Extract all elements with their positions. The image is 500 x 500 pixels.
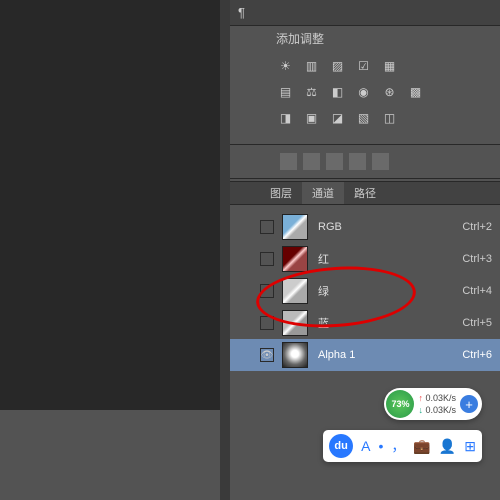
channel-hotkey: Ctrl+4: [462, 285, 492, 297]
divider: [230, 144, 500, 145]
bw-icon[interactable]: ◧: [328, 82, 347, 101]
tool-person-icon[interactable]: 👤: [439, 438, 456, 455]
download-arrow-icon: ↓: [418, 405, 423, 415]
balance-icon[interactable]: ⚖: [302, 82, 321, 101]
download-speed: 0.03K/s: [425, 405, 456, 415]
channel-row[interactable]: 绿Ctrl+4: [230, 275, 500, 307]
exposure-icon[interactable]: ☑: [354, 56, 373, 75]
gradient-map-icon[interactable]: ▧: [354, 108, 373, 127]
selective-color-icon[interactable]: ◫: [380, 108, 399, 127]
secondary-icons: [230, 147, 500, 176]
channel-hotkey: Ctrl+6: [462, 349, 492, 361]
visibility-toggle[interactable]: [260, 220, 274, 234]
upload-speed: 0.03K/s: [425, 393, 456, 403]
channels-list: RGBCtrl+2红Ctrl+3绿Ctrl+4蓝Ctrl+5👁Alpha 1Ct…: [230, 205, 500, 371]
eye-icon: 👁: [261, 350, 274, 361]
brightness-icon[interactable]: ☀: [276, 56, 295, 75]
baidu-icon[interactable]: du: [329, 434, 353, 458]
visibility-toggle[interactable]: [260, 252, 274, 266]
preset-3-icon[interactable]: [326, 153, 343, 170]
tool-text[interactable]: A: [361, 438, 370, 454]
upload-arrow-icon: ↑: [418, 393, 423, 403]
hue-icon[interactable]: ▤: [276, 82, 295, 101]
color-lookup-icon[interactable]: ▩: [406, 82, 425, 101]
threshold-icon[interactable]: ◪: [328, 108, 347, 127]
tab-layers[interactable]: 图层: [260, 182, 302, 204]
channel-name: Alpha 1: [318, 349, 462, 361]
floating-toolbar[interactable]: du A • ， 💼 👤 ⊞: [323, 430, 482, 462]
preset-4-icon[interactable]: [349, 153, 366, 170]
channel-row[interactable]: 蓝Ctrl+5: [230, 307, 500, 339]
channel-mixer-icon[interactable]: ⊛: [380, 82, 399, 101]
photo-filter-icon[interactable]: ◉: [354, 82, 373, 101]
canvas-area[interactable]: [0, 0, 230, 410]
adjustment-icons: ☀ ▥ ▨ ☑ ▦ ▤ ⚖ ◧ ◉ ⊛ ▩ ◨ ▣ ◪ ▧ ◫: [230, 50, 500, 142]
channel-thumbnail: [282, 214, 308, 240]
posterize-icon[interactable]: ▣: [302, 108, 321, 127]
preset-5-icon[interactable]: [372, 153, 389, 170]
divider: [230, 178, 500, 179]
preset-1-icon[interactable]: [280, 153, 297, 170]
invert-icon[interactable]: ◨: [276, 108, 295, 127]
tool-briefcase-icon[interactable]: 💼: [413, 438, 430, 455]
speed-percent: 73%: [386, 390, 414, 418]
speed-plus-button[interactable]: +: [460, 395, 478, 413]
vibrance-icon[interactable]: ▦: [380, 56, 399, 75]
preset-2-icon[interactable]: [303, 153, 320, 170]
tab-paths[interactable]: 路径: [344, 182, 386, 204]
panel-divider[interactable]: [220, 0, 230, 500]
channel-name: RGB: [318, 221, 462, 233]
channel-row[interactable]: 👁 Alpha 1Ctrl+6: [230, 339, 500, 371]
channel-name: 绿: [318, 283, 462, 299]
channel-name: 蓝: [318, 315, 462, 331]
levels-icon[interactable]: ▥: [302, 56, 321, 75]
channel-thumbnail: [282, 278, 308, 304]
channel-thumbnail: [282, 342, 308, 368]
channel-row[interactable]: 红Ctrl+3: [230, 243, 500, 275]
speed-readout: ↑ 0.03K/s ↓ 0.03K/s: [418, 392, 456, 416]
tool-comma[interactable]: ，: [391, 436, 405, 456]
channel-name: 红: [318, 251, 462, 267]
channel-thumbnail: [282, 246, 308, 272]
visibility-toggle[interactable]: [260, 316, 274, 330]
tool-dot[interactable]: •: [378, 438, 383, 454]
channel-thumbnail: [282, 310, 308, 336]
panel-tabs: 图层 通道 路径: [230, 181, 500, 205]
tool-grid-icon[interactable]: ⊞: [464, 438, 476, 455]
curves-icon[interactable]: ▨: [328, 56, 347, 75]
tab-channels[interactable]: 通道: [302, 182, 344, 204]
right-panel: ¶ 添加调整 ☀ ▥ ▨ ☑ ▦ ▤ ⚖ ◧ ◉ ⊛ ▩ ◨ ▣ ◪ ▧ ◫: [230, 0, 500, 500]
channel-hotkey: Ctrl+2: [462, 221, 492, 233]
channel-row[interactable]: RGBCtrl+2: [230, 211, 500, 243]
channel-hotkey: Ctrl+5: [462, 317, 492, 329]
adjustments-title: 添加调整: [230, 26, 500, 50]
panel-header: ¶: [230, 0, 500, 26]
visibility-toggle[interactable]: 👁: [260, 348, 274, 362]
channel-hotkey: Ctrl+3: [462, 253, 492, 265]
visibility-toggle[interactable]: [260, 284, 274, 298]
speed-widget[interactable]: 73% ↑ 0.03K/s ↓ 0.03K/s +: [384, 388, 482, 420]
paragraph-icon[interactable]: ¶: [238, 5, 245, 20]
